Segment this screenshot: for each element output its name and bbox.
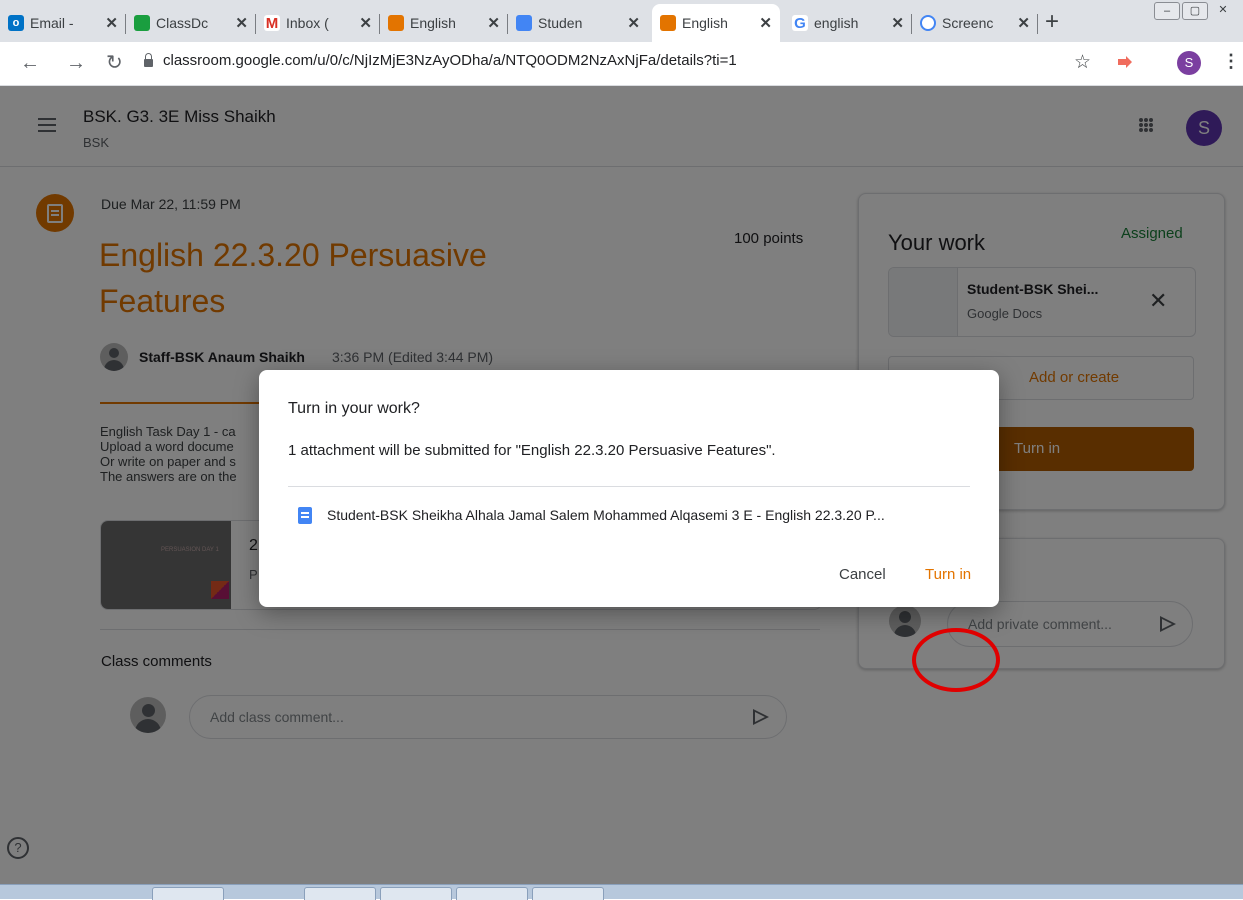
tab-label: Studen <box>538 15 583 31</box>
turn-in-dialog: Turn in your work? 1 attachment will be … <box>259 370 999 607</box>
lock-icon <box>144 52 153 67</box>
url-field[interactable]: classroom.google.com/u/0/c/NjIzMjE3NzAyO… <box>144 52 737 69</box>
google-icon: G <box>792 15 808 32</box>
close-icon[interactable]: ✕ <box>487 14 500 32</box>
tab-label: Email - <box>30 15 74 31</box>
os-taskbar <box>0 884 1243 900</box>
dialog-title: Turn in your work? <box>288 400 420 417</box>
tab-gmail[interactable]: M Inbox ( ✕ <box>256 4 380 42</box>
browser-menu-icon[interactable]: ⋮ <box>1222 51 1240 72</box>
maximize-icon[interactable]: ▢ <box>1182 2 1208 20</box>
tab-classroom-active[interactable]: English ✕ <box>652 4 780 42</box>
classroom-icon <box>388 15 404 31</box>
extension-icon[interactable] <box>1118 56 1132 68</box>
close-icon[interactable]: ✕ <box>891 14 904 32</box>
tab-label: english <box>814 15 859 31</box>
taskbar-item[interactable] <box>304 887 376 900</box>
classroom-page: BSK. G3. 3E Miss Shaikh BSK S Due Mar 22… <box>0 86 1243 884</box>
divider <box>288 486 970 487</box>
close-icon[interactable]: ✕ <box>105 14 118 32</box>
tab-label: English <box>682 15 728 31</box>
new-tab-icon[interactable]: + <box>1045 10 1059 34</box>
screencastify-icon <box>920 15 936 31</box>
gmail-icon: M <box>264 14 280 32</box>
url-text: classroom.google.com/u/0/c/NjIzMjE3NzAyO… <box>163 52 737 69</box>
browser-tab-strip: o Email - ✕ ClassDc ✕ M Inbox ( ✕ Englis… <box>0 0 1243 42</box>
taskbar-item[interactable] <box>152 887 224 900</box>
outlook-icon: o <box>8 15 24 31</box>
tab-classdojo[interactable]: ClassDc ✕ <box>126 4 256 42</box>
cancel-button[interactable]: Cancel <box>839 566 886 583</box>
dialog-message: 1 attachment will be submitted for "Engl… <box>288 442 776 459</box>
reload-icon[interactable]: ↻ <box>106 52 123 74</box>
close-icon[interactable]: ✕ <box>759 14 772 32</box>
google-docs-icon <box>298 507 312 524</box>
taskbar-item[interactable] <box>380 887 452 900</box>
tab-screencastify[interactable]: Screenc ✕ <box>912 4 1038 42</box>
forward-icon[interactable]: → <box>66 52 86 74</box>
dialog-file-name[interactable]: Student-BSK Sheikha Alhala Jamal Salem M… <box>327 507 885 523</box>
address-bar-row: ← → ↻ classroom.google.com/u/0/c/NjIzMjE… <box>0 42 1243 86</box>
back-icon[interactable]: ← <box>20 52 40 74</box>
tab-classroom-1[interactable]: English ✕ <box>380 4 508 42</box>
classdojo-icon <box>134 15 150 31</box>
tab-google-search[interactable]: G english ✕ <box>784 4 912 42</box>
tab-docs[interactable]: Studen ✕ <box>508 4 648 42</box>
taskbar-item[interactable] <box>456 887 528 900</box>
tab-label: Screenc <box>942 15 994 31</box>
docs-icon <box>516 15 532 31</box>
close-icon[interactable]: ✕ <box>1017 14 1030 32</box>
browser-profile-avatar[interactable]: S <box>1177 51 1201 75</box>
tab-label: Inbox ( <box>286 15 329 31</box>
turn-in-button[interactable]: Turn in <box>925 566 971 583</box>
minimize-icon[interactable]: – <box>1154 2 1180 20</box>
window-close-icon[interactable]: ✕ <box>1210 2 1236 20</box>
classroom-icon <box>660 15 676 31</box>
taskbar-item[interactable] <box>532 887 604 900</box>
close-icon[interactable]: ✕ <box>359 14 372 32</box>
tab-email[interactable]: o Email - ✕ <box>0 4 126 42</box>
tab-label: ClassDc <box>156 15 209 31</box>
tab-label: English <box>410 15 456 31</box>
bookmark-star-icon[interactable]: ☆ <box>1074 51 1091 74</box>
close-icon[interactable]: ✕ <box>627 14 640 32</box>
close-icon[interactable]: ✕ <box>235 14 248 32</box>
